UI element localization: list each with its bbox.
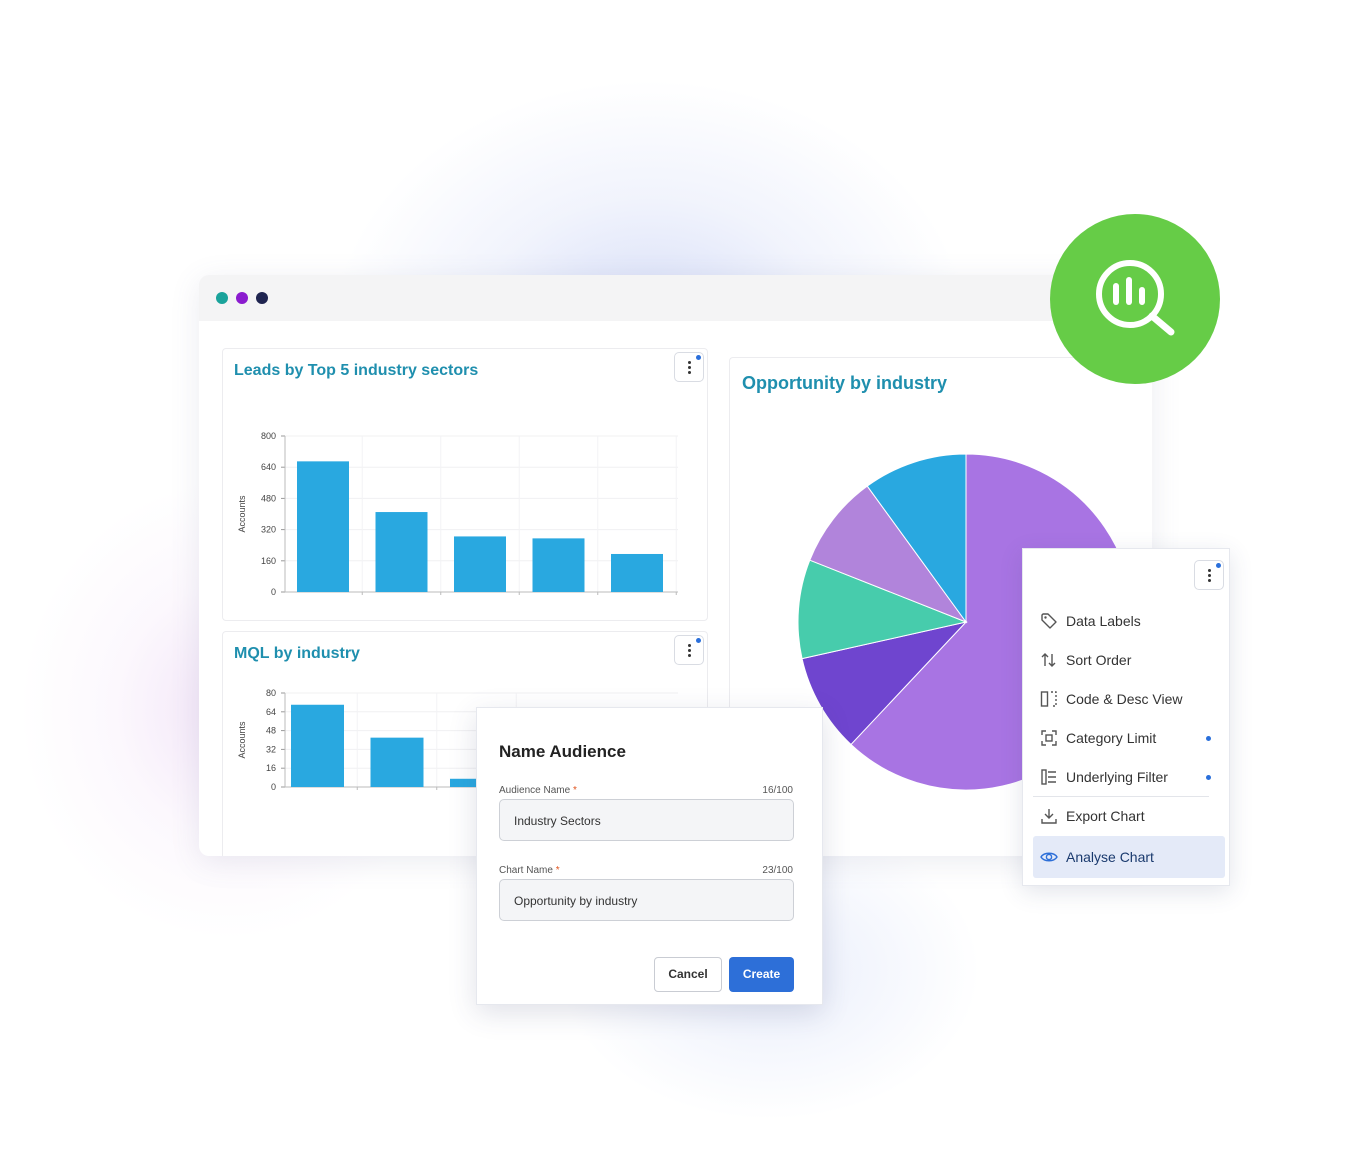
card-title: Opportunity by industry xyxy=(742,373,947,393)
menu-item-label: Underlying Filter xyxy=(1066,769,1168,785)
bar xyxy=(454,536,506,592)
y-tick-label: 16 xyxy=(266,763,276,773)
tag-icon xyxy=(1041,613,1057,629)
chart-name-value: Opportunity by industry xyxy=(514,894,638,908)
columns-icon xyxy=(1040,691,1057,707)
y-axis-label: Accounts xyxy=(237,495,247,533)
bar xyxy=(370,737,424,787)
menu-item-label: Category Limit xyxy=(1066,730,1157,746)
y-tick-label: 640 xyxy=(261,462,276,472)
y-tick-label: 64 xyxy=(266,707,276,717)
y-tick-label: 80 xyxy=(266,688,276,698)
bar xyxy=(611,553,663,592)
y-axis-label: Accounts xyxy=(237,721,247,759)
analyse-badge xyxy=(1050,214,1220,384)
filter-tree-icon xyxy=(1041,769,1056,785)
chart-name-label: Chart Name * xyxy=(499,865,560,876)
notification-dot xyxy=(696,355,701,360)
audience-name-char-count: 16/100 xyxy=(762,785,793,796)
audience-name-label: Audience Name * xyxy=(499,785,577,796)
menu-item-label: Code & Desc View xyxy=(1066,691,1183,707)
chart-menu-button[interactable] xyxy=(674,352,704,382)
cancel-button[interactable]: Cancel xyxy=(654,957,722,992)
notification-dot xyxy=(1206,736,1211,741)
stage: Leads by Top 5 industry sectors 0 160 320 4… xyxy=(0,0,1352,1172)
notification-dot xyxy=(696,638,701,643)
window-dot-purple[interactable] xyxy=(236,292,248,304)
bar xyxy=(291,704,344,787)
dialog-title: Name Audience xyxy=(499,742,626,761)
chart-menu-button[interactable] xyxy=(674,635,704,665)
y-tick-label: 800 xyxy=(261,431,276,441)
name-audience-dialog: Name Audience Audience Name * 16/100 Ind… xyxy=(476,707,823,1005)
menu-item-label: Export Chart xyxy=(1066,808,1145,824)
notification-dot xyxy=(1216,563,1221,568)
y-tick-label: 0 xyxy=(271,782,276,792)
y-tick-label: 480 xyxy=(261,493,276,503)
audience-name-value: Industry Sectors xyxy=(514,814,601,828)
notification-dot xyxy=(1206,775,1211,780)
card-title: MQL by industry xyxy=(234,645,360,662)
chart-name-char-count: 23/100 xyxy=(762,865,793,876)
y-tick-label: 160 xyxy=(261,556,276,566)
focus-frame-icon xyxy=(1041,730,1057,746)
y-tick-label: 32 xyxy=(266,744,276,754)
audience-name-input[interactable]: Industry Sectors xyxy=(499,799,794,841)
y-tick-label: 48 xyxy=(266,726,276,736)
download-icon xyxy=(1041,809,1057,824)
menu-item-code-desc-view[interactable]: Code & Desc View xyxy=(1033,680,1225,718)
menu-item-label: Sort Order xyxy=(1066,652,1132,668)
chart-magnifier-icon xyxy=(1096,260,1175,336)
menu-item-underlying-filter[interactable]: Underlying Filter xyxy=(1033,758,1225,796)
leads-chart-card: Leads by Top 5 industry sectors 0 160 320 4… xyxy=(222,348,708,621)
menu-item-sort-order[interactable]: Sort Order xyxy=(1033,641,1225,679)
bar xyxy=(297,461,349,592)
menu-item-export-chart[interactable]: Export Chart xyxy=(1033,797,1225,835)
bar xyxy=(532,538,585,592)
chart-options-menu: Data Labels Sort Order Code & Desc View … xyxy=(1022,548,1230,886)
sort-arrows-icon xyxy=(1041,653,1056,667)
window-titlebar xyxy=(199,275,1152,321)
menu-item-data-labels[interactable]: Data Labels xyxy=(1033,602,1225,640)
card-title: Leads by Top 5 industry sectors xyxy=(234,362,479,379)
menu-kebab-button[interactable] xyxy=(1194,560,1224,590)
window-dot-teal[interactable] xyxy=(216,292,228,304)
chart-name-label-text: Chart Name xyxy=(499,865,553,876)
bar xyxy=(375,512,428,592)
leads-bar-chart: 0 160 320 480 640 800 Accounts xyxy=(237,431,678,597)
y-tick-label: 320 xyxy=(261,525,276,535)
menu-item-analyse-chart[interactable]: Analyse Chart xyxy=(1033,836,1225,878)
audience-name-label-text: Audience Name xyxy=(499,785,571,796)
required-asterisk: * xyxy=(572,785,577,796)
create-button[interactable]: Create xyxy=(729,957,794,992)
menu-item-category-limit[interactable]: Category Limit xyxy=(1033,719,1225,757)
menu-item-label: Analyse Chart xyxy=(1066,849,1154,865)
eye-icon xyxy=(1040,852,1058,862)
menu-item-label: Data Labels xyxy=(1066,613,1141,629)
chart-name-input[interactable]: Opportunity by industry xyxy=(499,879,794,921)
y-tick-label: 0 xyxy=(271,587,276,597)
required-asterisk: * xyxy=(555,865,560,876)
window-dot-navy[interactable] xyxy=(256,292,268,304)
